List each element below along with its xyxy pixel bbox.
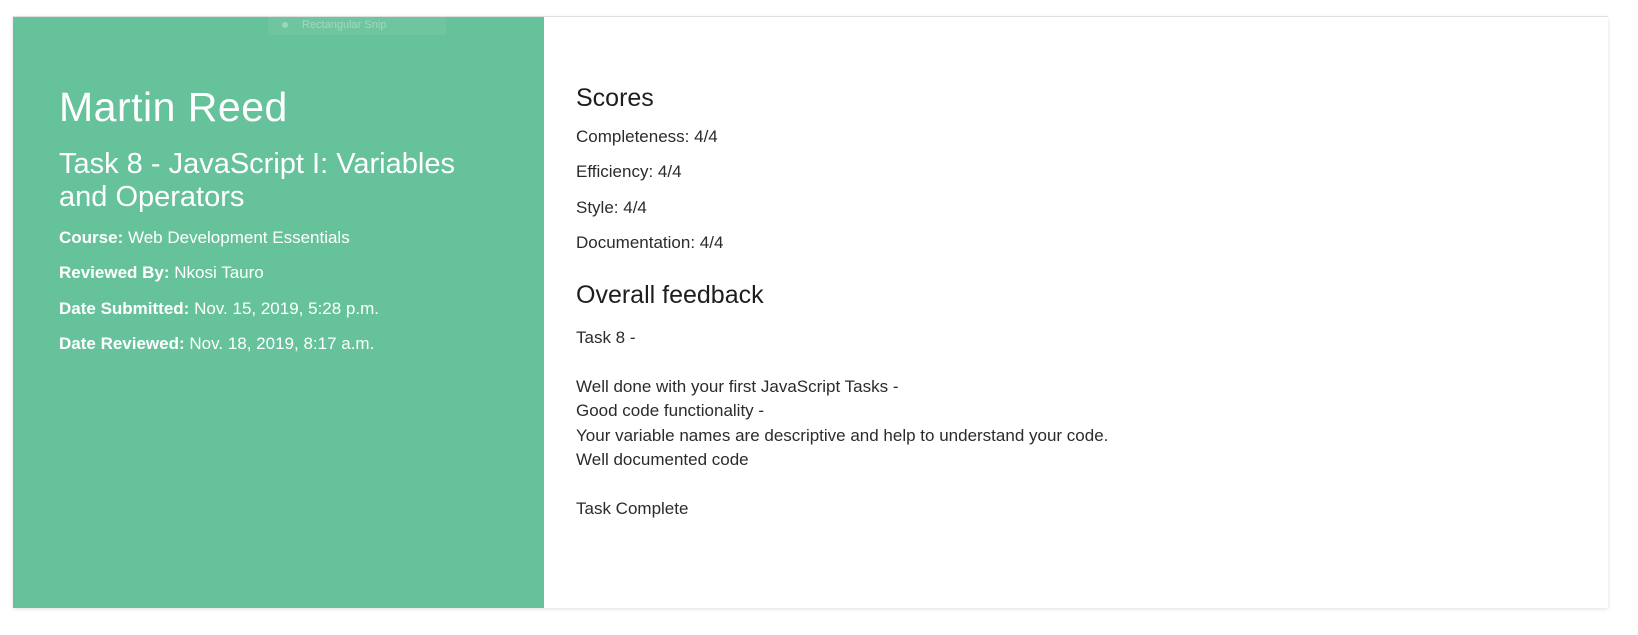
meta-value: Nov. 18, 2019, 8:17 a.m. bbox=[189, 334, 375, 354]
meta-course: Course: Web Development Essentials bbox=[59, 227, 504, 249]
score-list: Completeness: 4/4 Efficiency: 4/4 Style:… bbox=[576, 126, 1568, 255]
review-details-panel: Scores Completeness: 4/4 Efficiency: 4/4… bbox=[544, 17, 1608, 608]
snip-icon bbox=[282, 22, 288, 28]
meta-value: Nkosi Tauro bbox=[174, 263, 264, 283]
feedback-line: Good code functionality - bbox=[576, 401, 765, 420]
rectangular-snip-overlay: Rectangular Snip bbox=[268, 15, 446, 35]
meta-key: Reviewed By: bbox=[59, 263, 170, 283]
score-efficiency: Efficiency: 4/4 bbox=[576, 162, 682, 181]
meta-value: Nov. 15, 2019, 5:28 p.m. bbox=[194, 298, 379, 318]
feedback-line: Your variable names are descriptive and … bbox=[576, 425, 1109, 445]
score-style: Style: 4/4 bbox=[576, 197, 647, 217]
student-name: Martin Reed bbox=[59, 84, 288, 130]
scores-title: Scores bbox=[576, 84, 654, 112]
meta-key: Date Submitted: bbox=[59, 298, 190, 318]
feedback-line bbox=[576, 473, 1568, 498]
feedback-line: Well documented code bbox=[576, 450, 749, 469]
meta-list: Course: Web Development Essentials Revie… bbox=[59, 227, 504, 356]
review-card: Rectangular Snip Martin Reed Task 8 - Ja… bbox=[13, 15, 1608, 608]
top-strip bbox=[13, 0, 1608, 17]
score-completeness: Completeness: 4/4 bbox=[576, 126, 718, 146]
meta-reviewed-by: Reviewed By: Nkosi Tauro bbox=[59, 262, 504, 284]
feedback-body: Task 8 - Well done with your first JavaS… bbox=[576, 326, 1568, 522]
meta-value: Web Development Essentials bbox=[127, 227, 350, 247]
meta-key: Course: bbox=[59, 227, 124, 247]
student-info-panel: Rectangular Snip Martin Reed Task 8 - Ja… bbox=[13, 15, 544, 608]
feedback-line: Well done with your first JavaScript Tas… bbox=[576, 376, 899, 396]
snip-label: Rectangular Snip bbox=[302, 19, 387, 31]
feedback-title: Overall feedback bbox=[576, 281, 764, 309]
feedback-line: Task 8 - bbox=[576, 327, 636, 347]
score-documentation: Documentation: 4/4 bbox=[576, 233, 724, 252]
feedback-line bbox=[576, 350, 1568, 375]
meta-key: Date Reviewed: bbox=[59, 334, 185, 354]
meta-date-submitted: Date Submitted: Nov. 15, 2019, 5:28 p.m. bbox=[59, 298, 504, 320]
feedback-line: Task Complete bbox=[576, 499, 689, 518]
task-title: Task 8 - JavaScript I: Variables and Ope… bbox=[59, 148, 455, 214]
meta-date-reviewed: Date Reviewed: Nov. 18, 2019, 8:17 a.m. bbox=[59, 333, 504, 355]
